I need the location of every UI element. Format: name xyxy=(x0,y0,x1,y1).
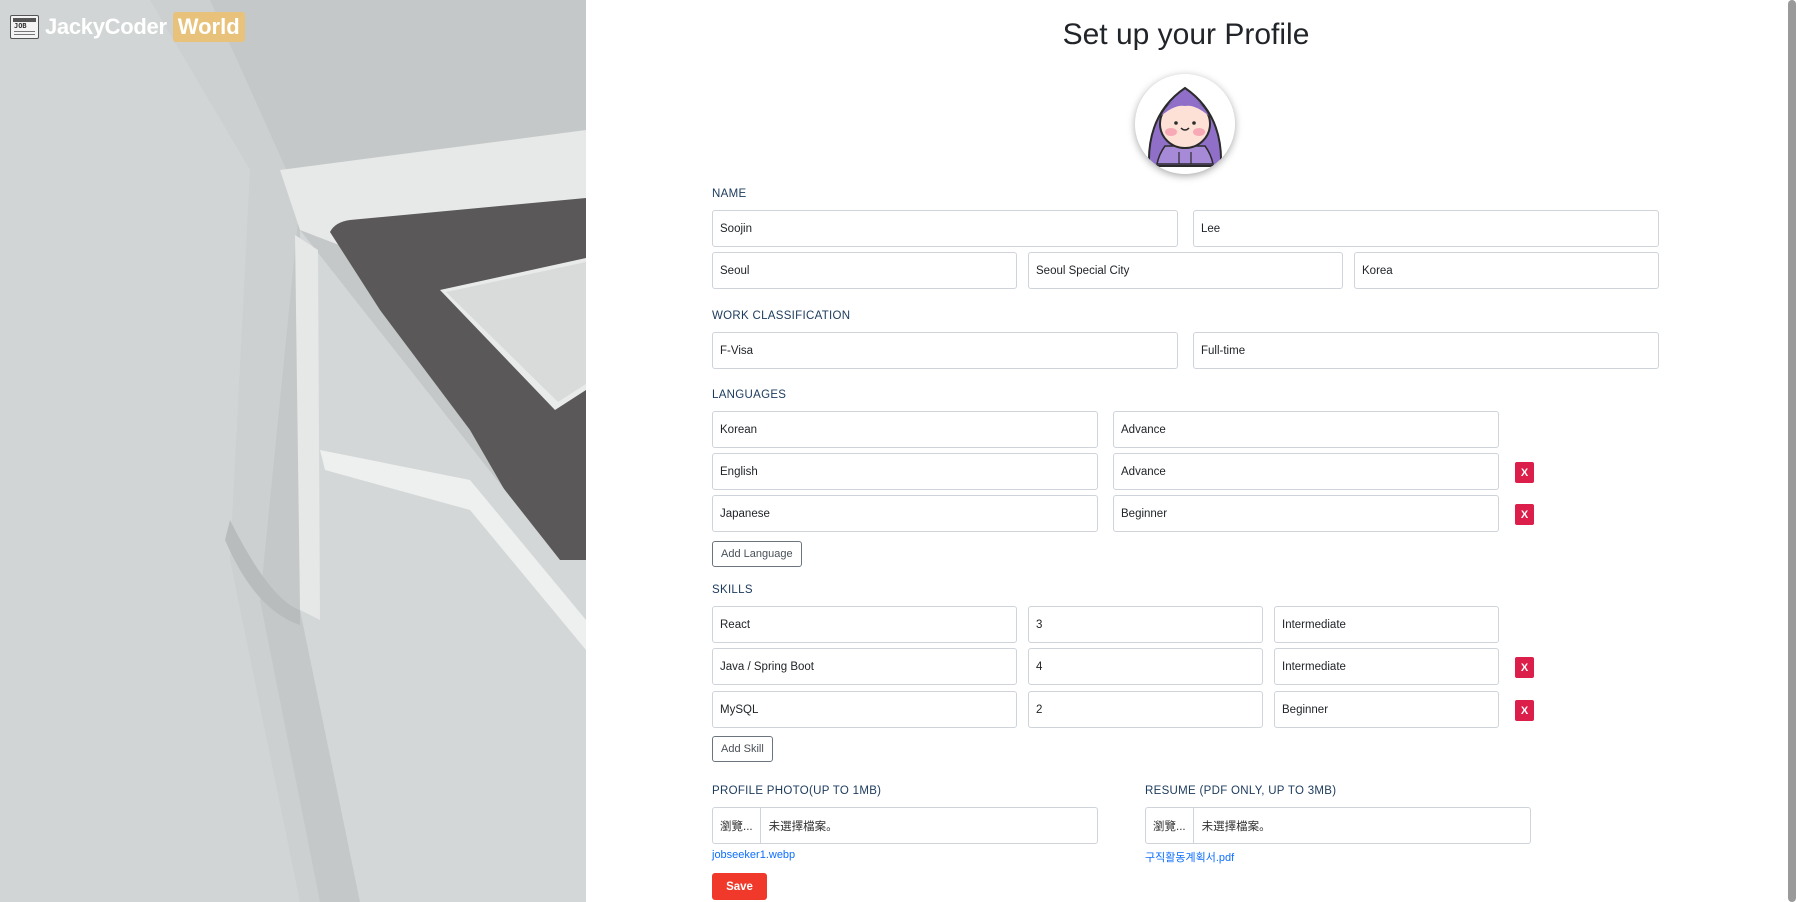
profile-photo-label: PROFILE PHOTO(UP TO 1MB) xyxy=(712,785,882,797)
language-level-select[interactable]: Advance xyxy=(1113,453,1499,490)
city-input[interactable]: Seoul xyxy=(712,252,1017,289)
remove-language-button[interactable]: X xyxy=(1515,462,1534,483)
skill-years-input[interactable]: 2 xyxy=(1028,691,1263,728)
resume-browse-button[interactable]: 瀏覽... xyxy=(1146,808,1194,843)
add-language-button[interactable]: Add Language xyxy=(712,541,802,567)
resume-file-input[interactable]: 瀏覽... 未選擇檔案。 xyxy=(1145,807,1531,844)
current-resume-link[interactable]: 구직활동계획서.pdf xyxy=(1145,849,1234,865)
skills-section-label: SKILLS xyxy=(712,584,753,596)
language-input[interactable]: English xyxy=(712,453,1098,490)
first-name-input[interactable]: Soojin xyxy=(712,210,1178,247)
brand-tag: World xyxy=(172,12,245,42)
scrollbar[interactable] xyxy=(1788,0,1796,902)
logo-text: JOB xyxy=(14,22,27,30)
name-section-label: NAME xyxy=(712,188,747,200)
profile-photo-file-input[interactable]: 瀏覽... 未選擇檔案。 xyxy=(712,807,1098,844)
language-level-select[interactable]: Advance xyxy=(1113,411,1499,448)
page-title: Set up your Profile xyxy=(1062,18,1310,51)
brand-name: JackyCoder xyxy=(45,14,167,39)
work-type-select[interactable]: Full-time xyxy=(1193,332,1659,369)
hooded-character-icon xyxy=(1135,74,1235,174)
photo-file-status: 未選擇檔案。 xyxy=(768,820,838,833)
last-name-input[interactable]: Lee xyxy=(1193,210,1659,247)
profile-form: Set up your Profile NAME Soojin Lee Seou… xyxy=(586,0,1796,902)
resume-label: RESUME (PDF ONLY, UP TO 3MB) xyxy=(1145,785,1337,797)
remove-skill-button[interactable]: X xyxy=(1515,657,1534,678)
skill-level-select[interactable]: Intermediate xyxy=(1274,606,1499,643)
language-input[interactable]: Japanese xyxy=(712,495,1098,532)
skill-level-select[interactable]: Intermediate xyxy=(1274,648,1499,685)
language-level-select[interactable]: Beginner xyxy=(1113,495,1499,532)
work-section-label: WORK CLASSIFICATION xyxy=(712,310,851,322)
remove-language-button[interactable]: X xyxy=(1515,504,1534,525)
skill-level-select[interactable]: Beginner xyxy=(1274,691,1499,728)
remove-skill-button[interactable]: X xyxy=(1515,700,1534,721)
background-photo: JOB JackyCoder World xyxy=(0,0,586,902)
avatar[interactable] xyxy=(1135,74,1235,174)
save-button[interactable]: Save xyxy=(712,873,767,900)
add-skill-button[interactable]: Add Skill xyxy=(712,736,773,762)
language-input[interactable]: Korean xyxy=(712,411,1098,448)
skill-years-input[interactable]: 3 xyxy=(1028,606,1263,643)
visa-select[interactable]: F-Visa xyxy=(712,332,1178,369)
skill-input[interactable]: Java / Spring Boot xyxy=(712,648,1017,685)
desk-illustration xyxy=(0,0,586,902)
country-input[interactable]: Korea xyxy=(1354,252,1659,289)
skill-input[interactable]: React xyxy=(712,606,1017,643)
languages-section-label: LANGUAGES xyxy=(712,389,787,401)
current-photo-link[interactable]: jobseeker1.webp xyxy=(712,849,795,861)
job-board-logo-icon: JOB xyxy=(10,15,39,39)
photo-browse-button[interactable]: 瀏覽... xyxy=(713,808,761,843)
brand[interactable]: JOB JackyCoder World xyxy=(10,12,245,42)
resume-file-status: 未選擇檔案。 xyxy=(1201,820,1271,833)
region-input[interactable]: Seoul Special City xyxy=(1028,252,1343,289)
skill-years-input[interactable]: 4 xyxy=(1028,648,1263,685)
skill-input[interactable]: MySQL xyxy=(712,691,1017,728)
